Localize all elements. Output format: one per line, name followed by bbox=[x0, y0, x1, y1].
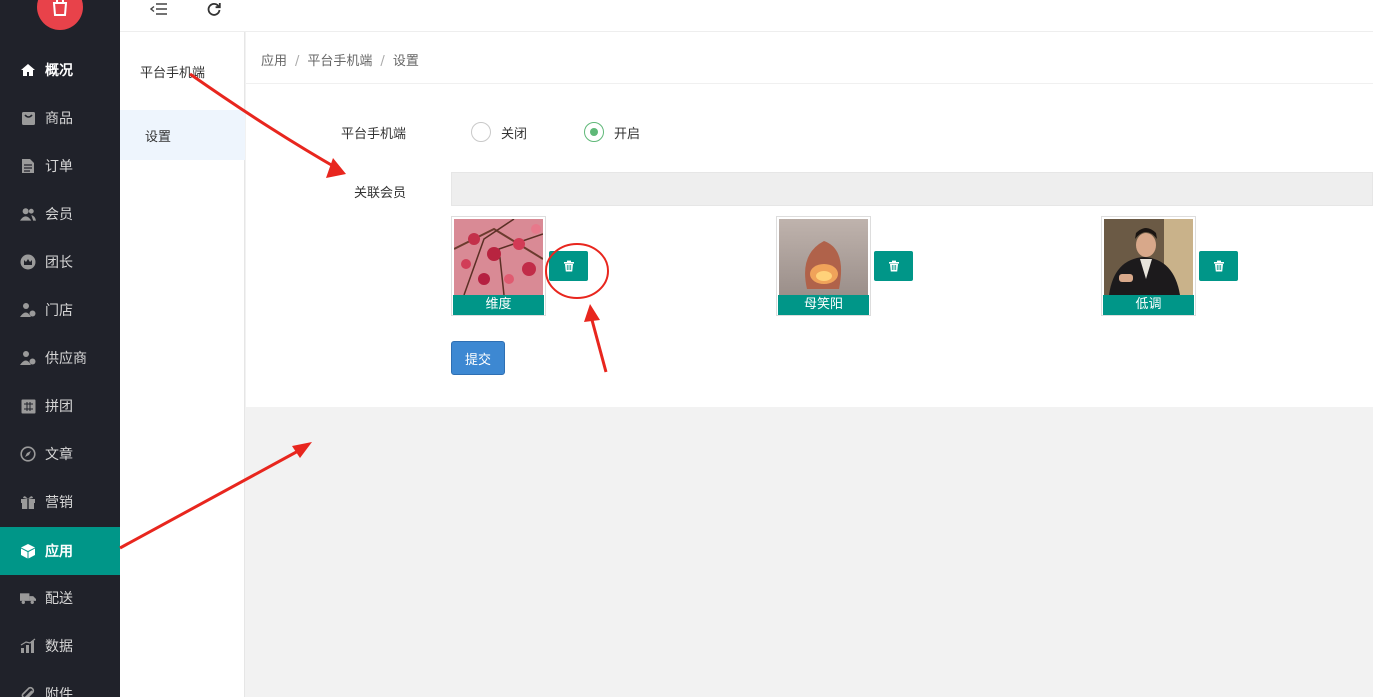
trash-icon bbox=[563, 260, 574, 272]
nav-item-members[interactable]: 会员 bbox=[0, 190, 120, 238]
sub-menu-title[interactable]: 平台手机端 bbox=[140, 62, 205, 81]
nav-item-label: 拼团 bbox=[45, 399, 73, 415]
main-sidebar: 概况 商品 订单 会员 团长 门店 供应商 拼团 文章 营销 应用 配送 数据 … bbox=[0, 0, 120, 697]
nav-item-data[interactable]: 数据 bbox=[0, 622, 120, 670]
nav-item-label: 团长 bbox=[45, 255, 73, 271]
sub-menu: 平台手机端 设置 bbox=[120, 32, 245, 697]
sub-menu-item-settings[interactable]: 设置 bbox=[120, 110, 245, 160]
submit-button[interactable]: 提交 bbox=[451, 341, 505, 375]
nav-item-label: 概况 bbox=[45, 63, 73, 79]
member-avatar bbox=[1104, 219, 1193, 295]
nav-item-store[interactable]: 门店 bbox=[0, 286, 120, 334]
trash-icon bbox=[888, 260, 899, 272]
member-card: 低调 bbox=[1101, 216, 1196, 316]
top-toolbar bbox=[120, 0, 1373, 32]
member-avatar bbox=[454, 219, 543, 295]
nav-item-leader[interactable]: 团长 bbox=[0, 238, 120, 286]
member-name: 母笑阳 bbox=[778, 295, 869, 315]
member-avatar bbox=[779, 219, 868, 295]
delete-member-button[interactable] bbox=[549, 251, 588, 281]
linked-member-input[interactable] bbox=[451, 172, 1373, 206]
nav-item-delivery[interactable]: 配送 bbox=[0, 574, 120, 622]
breadcrumb: 应用 / 平台手机端 / 设置 bbox=[261, 50, 419, 69]
radio-off-label: 关闭 bbox=[501, 126, 528, 142]
collapse-menu-icon[interactable] bbox=[148, 0, 168, 18]
nav-item-label: 配送 bbox=[45, 591, 73, 607]
nav-item-label: 应用 bbox=[45, 544, 73, 560]
chart-icon bbox=[20, 638, 36, 654]
order-icon bbox=[20, 158, 36, 174]
radio-on[interactable]: 开启 bbox=[584, 122, 640, 142]
home-icon bbox=[20, 62, 36, 78]
breadcrumb-separator: / bbox=[380, 54, 385, 69]
crown-icon bbox=[20, 254, 36, 270]
store-icon bbox=[20, 302, 36, 318]
nav-item-apps[interactable]: 应用 bbox=[0, 527, 120, 575]
member-card: 母笑阳 bbox=[776, 216, 871, 316]
delete-member-button[interactable] bbox=[874, 251, 913, 281]
group-icon bbox=[20, 398, 36, 414]
nav-item-label: 文章 bbox=[45, 447, 73, 463]
breadcrumb-apps[interactable]: 应用 bbox=[261, 54, 287, 69]
supplier-icon bbox=[20, 350, 36, 366]
truck-icon bbox=[20, 590, 36, 606]
radio-dot bbox=[590, 128, 598, 136]
delete-member-button[interactable] bbox=[1199, 251, 1238, 281]
radio-circle[interactable] bbox=[471, 122, 491, 142]
radio-off[interactable]: 关闭 bbox=[471, 122, 527, 142]
member-name: 维度 bbox=[453, 295, 544, 315]
compass-icon bbox=[20, 446, 36, 462]
nav-item-label: 商品 bbox=[45, 111, 73, 127]
nav-item-label: 营销 bbox=[45, 495, 73, 511]
platform-mobile-label: 平台手机端 bbox=[340, 127, 406, 142]
gift-icon bbox=[20, 494, 36, 510]
nav-item-label: 附件 bbox=[45, 687, 73, 697]
nav-item-label: 门店 bbox=[45, 303, 73, 319]
nav-item-orders[interactable]: 订单 bbox=[0, 142, 120, 190]
breadcrumb-divider bbox=[246, 83, 1373, 84]
breadcrumb-settings: 设置 bbox=[392, 54, 419, 69]
nav-item-overview[interactable]: 概况 bbox=[0, 46, 120, 94]
main-content: 应用 / 平台手机端 / 设置 平台手机端 关闭 开启 关联会员 维度 母笑阳 … bbox=[246, 32, 1373, 407]
refresh-icon[interactable] bbox=[204, 0, 224, 18]
radio-circle-checked[interactable] bbox=[584, 122, 604, 142]
nav-item-label: 数据 bbox=[45, 639, 73, 655]
goods-icon bbox=[20, 110, 36, 126]
nav-item-label: 订单 bbox=[45, 159, 73, 175]
nav-item-attachments[interactable]: 附件 bbox=[0, 670, 120, 697]
nav-item-goods[interactable]: 商品 bbox=[0, 94, 120, 142]
paperclip-icon bbox=[20, 686, 36, 697]
nav-item-label: 会员 bbox=[45, 207, 73, 223]
nav-item-label: 供应商 bbox=[45, 351, 87, 367]
member-card: 维度 bbox=[451, 216, 546, 316]
nav-item-marketing[interactable]: 营销 bbox=[0, 478, 120, 526]
breadcrumb-separator: / bbox=[295, 54, 300, 69]
breadcrumb-platform-mobile[interactable]: 平台手机端 bbox=[307, 54, 372, 69]
nav-item-groupbuy[interactable]: 拼团 bbox=[0, 382, 120, 430]
radio-on-label: 开启 bbox=[614, 126, 641, 142]
cube-icon bbox=[20, 543, 36, 559]
linked-member-label: 关联会员 bbox=[353, 186, 406, 201]
nav-item-articles[interactable]: 文章 bbox=[0, 430, 120, 478]
users-icon bbox=[20, 206, 36, 222]
member-name: 低调 bbox=[1103, 295, 1194, 315]
nav-item-supplier[interactable]: 供应商 bbox=[0, 334, 120, 382]
shop-logo-icon[interactable] bbox=[37, 0, 83, 30]
trash-icon bbox=[1213, 260, 1224, 272]
